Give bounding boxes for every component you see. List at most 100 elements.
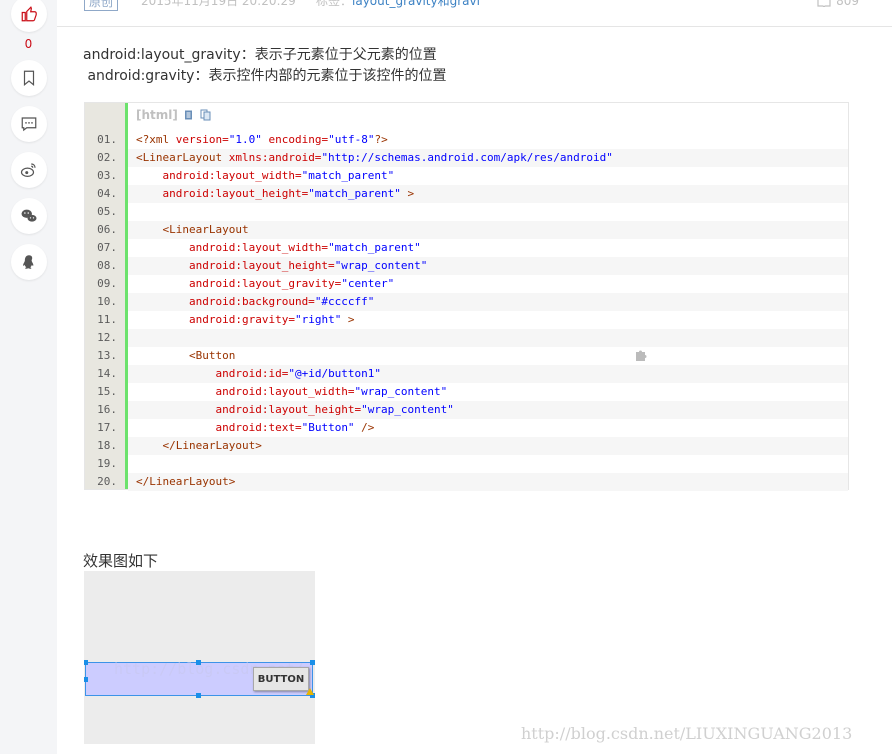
code-line: 04. android:layout_height="match_parent"… [85, 185, 848, 203]
warning-icon [306, 688, 314, 695]
code-token: android:layout_width= [136, 385, 355, 398]
code-token: "Button" [301, 421, 355, 434]
article-meta-bar: 原创 2015年11月19日 20:20:29 标签：layout_gravit… [57, 0, 892, 27]
code-token: android:layout_width= [136, 169, 302, 182]
line-number: 17. [97, 421, 117, 434]
resize-handle[interactable] [196, 660, 201, 665]
bookmark-button[interactable] [11, 60, 47, 96]
code-line: 10. android:background="#ccccff" [85, 293, 848, 311]
code-token: ?> [374, 133, 388, 146]
code-token: android:gravity= [136, 313, 295, 326]
resize-handle[interactable] [310, 660, 315, 665]
code-line: 11. android:gravity="right" > [85, 311, 848, 329]
tag-link[interactable]: layout_gravity和gravi [352, 0, 480, 8]
line-number: 02. [97, 151, 117, 164]
code-cell: android:layout_height="wrap_content" [128, 401, 848, 419]
page-watermark: http://blog.csdn.net/LIUXINGUANG2013 [521, 724, 853, 743]
line-number: 16. [97, 403, 117, 416]
like-button[interactable] [11, 0, 47, 32]
plugin-icon [636, 350, 647, 361]
code-text: <Button [136, 347, 235, 365]
like-count: 0 [24, 37, 33, 51]
share-wechat-button[interactable] [11, 198, 47, 234]
code-text: android:background="#ccccff" [136, 293, 374, 311]
line-number: 09. [97, 277, 117, 290]
code-text: <LinearLayout [136, 221, 249, 239]
code-cell: android:background="#ccccff" [128, 293, 848, 311]
code-cell [128, 455, 848, 473]
preview-button: BUTTON [253, 667, 309, 691]
line-number: 08. [97, 259, 117, 272]
code-token: <LinearLayout [136, 151, 229, 164]
code-token: version= [175, 133, 229, 146]
code-cell: <Button [128, 347, 848, 365]
code-token: android:layout_height= [136, 403, 362, 416]
view-plain-icon[interactable] [184, 110, 194, 121]
code-token: /> [354, 421, 375, 434]
paragraph-gravity: android:gravity：表示控件内部的元素位于该控件的位置 [83, 68, 447, 84]
code-token: "center" [341, 277, 395, 290]
line-number: 11. [97, 313, 117, 326]
code-toolbar: [html] [136, 107, 212, 123]
code-cell: <LinearLayout [128, 221, 848, 239]
tags: 标签：layout_gravity和gravi [316, 0, 480, 10]
code-token: </LinearLayout> [136, 439, 262, 452]
code-text: android:layout_width="match_parent" [136, 167, 394, 185]
comment-button[interactable] [11, 106, 47, 142]
copy-icon[interactable] [200, 109, 212, 121]
code-cell: android:layout_height="match_parent" > [128, 185, 848, 203]
code-line: 12. [85, 329, 848, 347]
code-token: "utf-8" [328, 133, 375, 146]
share-weibo-button[interactable] [11, 152, 47, 188]
code-text: </LinearLayout> [136, 473, 235, 491]
code-cell: android:layout_width="match_parent" [128, 239, 848, 257]
resize-handle[interactable] [84, 660, 88, 665]
qq-icon [23, 255, 34, 269]
view-count-value: 809 [836, 0, 859, 8]
code-line: 15. android:layout_width="wrap_content" [85, 383, 848, 401]
line-number: 18. [97, 439, 117, 452]
code-token: "wrap_content" [354, 385, 448, 398]
code-token: android:layout_height= [136, 187, 309, 200]
code-text: android:layout_height="match_parent" > [136, 185, 414, 203]
code-token: "wrap_content" [361, 403, 454, 416]
code-text: android:text="Button" /> [136, 419, 374, 437]
code-line: 05. [85, 203, 848, 221]
line-number: 15. [97, 385, 117, 398]
code-token: xmlns:android= [228, 151, 322, 164]
left-toolbar: 0 [0, 0, 57, 754]
weibo-icon [20, 163, 36, 177]
code-cell: android:layout_width="match_parent" [128, 167, 848, 185]
line-number: 03. [97, 169, 117, 182]
layout-preview: http://blog.csdn.net/ BUTTON [84, 571, 315, 744]
code-language-label: [html] [136, 108, 178, 122]
code-line: 06. <LinearLayout [85, 221, 848, 239]
code-token: <Button [136, 349, 236, 362]
code-line: 02. <LinearLayout xmlns:android="http://s… [85, 149, 848, 167]
code-cell: </LinearLayout> [128, 473, 848, 491]
line-number: 10. [97, 295, 117, 308]
line-number: 07. [97, 241, 117, 254]
code-token: "right" [294, 313, 342, 326]
line-number: 14. [97, 367, 117, 380]
resize-handle[interactable] [84, 677, 88, 682]
code-line: 08. android:layout_height="wrap_content" [85, 257, 848, 275]
code-token: android:text= [136, 421, 302, 434]
code-token: "#ccccff" [314, 295, 375, 308]
code-cell: <?xml version="1.0" encoding="utf-8"?> [128, 131, 848, 149]
code-cell: android:layout_gravity="center" [128, 275, 848, 293]
paragraph-layout-gravity: android:layout_gravity：表示子元素位于父元素的位置 [83, 47, 437, 63]
code-text: android:layout_width="match_parent" [136, 239, 421, 257]
code-cell: android:layout_width="wrap_content" [128, 383, 848, 401]
code-line: 01. <?xml version="1.0" encoding="utf-8"?… [85, 131, 848, 149]
code-cell [128, 203, 848, 221]
resize-handle[interactable] [196, 693, 201, 698]
code-token: <LinearLayout [136, 223, 249, 236]
share-qq-button[interactable] [11, 244, 47, 280]
code-cell: </LinearLayout> [128, 437, 848, 455]
code-token: android:background= [136, 295, 315, 308]
code-text: <LinearLayout xmlns:android="http://sche… [136, 149, 613, 167]
thumbs-up-icon [21, 6, 37, 22]
code-line: 16. android:layout_height="wrap_content" [85, 401, 848, 419]
code-line: 14. android:id="@+id/button1" [85, 365, 848, 383]
